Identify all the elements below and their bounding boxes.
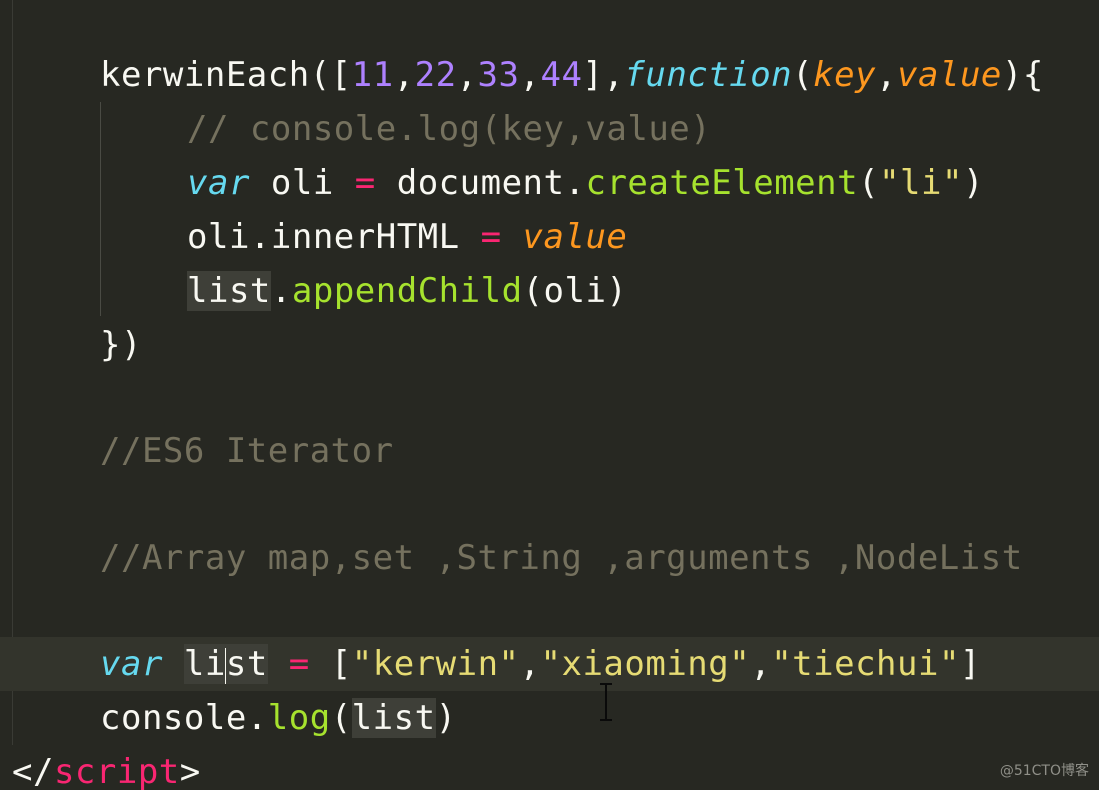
list-declaration-b: st xyxy=(225,644,268,684)
method-name: appendChild xyxy=(291,271,523,311)
object-ref: document. xyxy=(375,163,586,203)
param-value: value xyxy=(522,217,628,257)
variable-name: oli xyxy=(249,163,355,203)
bracket-open: ([ xyxy=(309,55,352,95)
watermark: @51CTO博客 xyxy=(999,763,1089,779)
method-name: createElement xyxy=(585,163,859,203)
comma: , xyxy=(750,644,772,684)
function-keyword: function xyxy=(624,55,793,95)
code-line-10[interactable]: console.log(list) xyxy=(100,691,457,745)
comma: , xyxy=(456,55,478,95)
bracket-close: ], xyxy=(582,55,625,95)
comma: , xyxy=(519,55,541,95)
object-ref: console. xyxy=(100,698,268,738)
code-editor[interactable]: kerwinEach([11,22,33,44],function(key,va… xyxy=(0,0,1099,790)
comma: , xyxy=(393,55,415,95)
assign-operator: = xyxy=(480,217,502,257)
comma: , xyxy=(519,644,541,684)
brace-open: ){ xyxy=(1001,55,1044,95)
string-literal: "xiaoming" xyxy=(540,644,751,684)
code-line-7[interactable]: //ES6 Iterator xyxy=(100,424,394,478)
number-literal: 44 xyxy=(540,55,583,95)
code-line-4[interactable]: oli.innerHTML = value xyxy=(187,210,627,264)
assign-operator: = xyxy=(288,644,310,684)
number-literal: 22 xyxy=(414,55,457,95)
number-literal: 33 xyxy=(477,55,520,95)
tag-open-bracket: </ xyxy=(12,752,54,790)
list-declaration-a: li xyxy=(183,644,226,684)
gutter-divider xyxy=(12,0,13,745)
assign-operator: = xyxy=(354,163,376,203)
bracket-open: [ xyxy=(330,644,352,684)
code-line-11[interactable]: </script> xyxy=(12,745,201,790)
paren-close: ) xyxy=(435,698,457,738)
function-call-name: kerwinEach xyxy=(100,55,310,95)
string-literal: "li" xyxy=(879,163,963,203)
code-line-8[interactable]: //Array map,set ,String ,arguments ,Node… xyxy=(100,531,1023,585)
property-target: oli.innerHTML xyxy=(187,217,481,257)
paren-close: ) xyxy=(962,163,984,203)
code-line-1[interactable]: kerwinEach([11,22,33,44],function(key,va… xyxy=(100,48,1044,102)
tag-name: script xyxy=(53,752,180,790)
code-comment: // console.log(key,value) xyxy=(187,109,712,149)
paren-open: ( xyxy=(330,698,352,738)
list-reference-highlight: list xyxy=(187,271,271,311)
param-value: value xyxy=(897,55,1002,95)
list-reference-highlight: list xyxy=(351,698,436,738)
code-line-6[interactable]: }) xyxy=(100,318,142,372)
indent-guide xyxy=(100,102,101,316)
code-comment: //ES6 Iterator xyxy=(100,431,394,471)
call-args: (oli) xyxy=(522,271,628,311)
param-key: key xyxy=(813,55,877,95)
code-line-2[interactable]: // console.log(key,value) xyxy=(187,102,711,156)
code-comment: //Array map,set ,String ,arguments ,Node… xyxy=(100,538,1023,578)
string-literal: "kerwin" xyxy=(351,644,520,684)
dot: . xyxy=(270,271,292,311)
bracket-close: ] xyxy=(959,644,981,684)
ibeam-cursor-icon xyxy=(598,683,614,721)
code-line-5[interactable]: list.appendChild(oli) xyxy=(187,264,627,318)
number-literal: 11 xyxy=(351,55,394,95)
var-keyword: var xyxy=(100,644,163,684)
code-line-3[interactable]: var oli = document.createElement("li") xyxy=(187,156,984,210)
paren-open: ( xyxy=(792,55,814,95)
comma: , xyxy=(876,55,898,95)
paren-open: ( xyxy=(858,163,880,203)
tag-close-bracket: > xyxy=(179,752,201,790)
var-keyword: var xyxy=(187,163,250,203)
method-name: log xyxy=(267,698,331,738)
code-line-9[interactable]: var list = ["kerwin","xiaoming","tiechui… xyxy=(100,637,981,691)
block-close: }) xyxy=(100,325,142,365)
string-literal: "tiechui" xyxy=(771,644,960,684)
